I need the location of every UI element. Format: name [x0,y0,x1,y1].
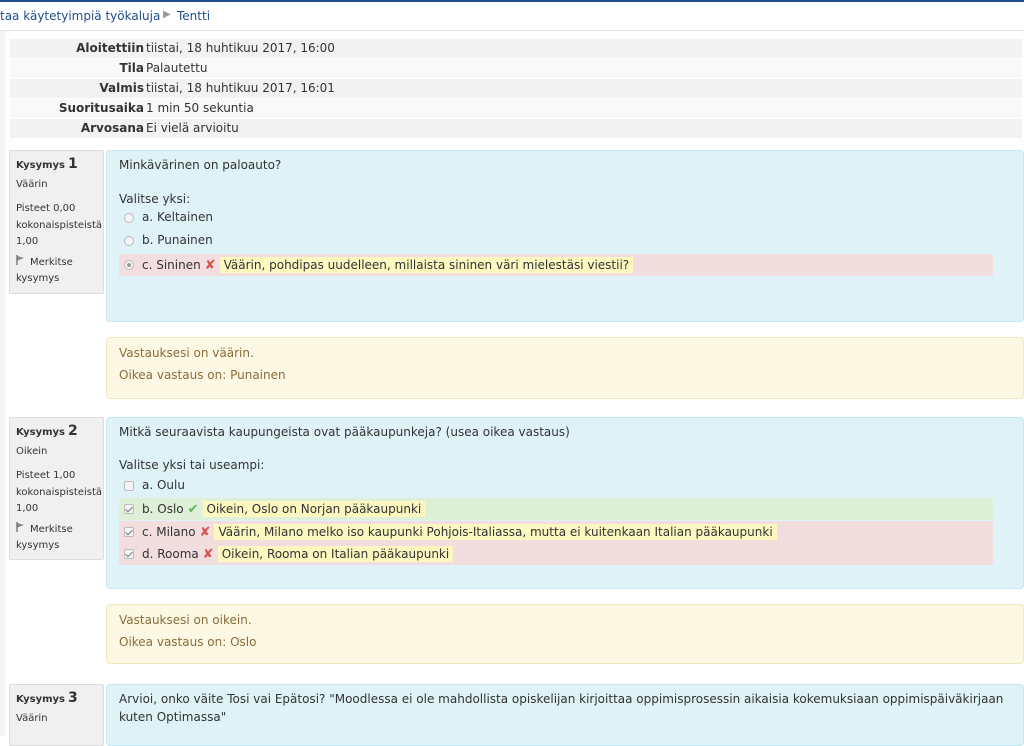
summary-label: Aloitettiin [76,41,144,55]
answer-label: a. Keltainen [142,210,213,224]
incorrect-icon: ✘ [199,525,211,540]
flag-icon [16,522,26,538]
question-3-info: Kysymys 3 Väärin [9,684,104,746]
question-number: Kysymys 2 [16,423,78,439]
flag-icon [16,255,26,271]
question-2-content: Mitkä seuraavista kaupungeista ovat pääk… [106,417,1024,589]
attempt-summary-table: Aloitettiin tiistai, 18 huhtikuu 2017, 1… [10,39,1022,139]
specific-feedback: Väärin, pohdipas uudelleen, millaista si… [219,257,634,273]
answer-option[interactable]: a. Keltainen [119,207,993,229]
question-1-content: Minkävärinen on paloauto? Valitse yksi: … [106,150,1024,322]
incorrect-icon: ✘ [202,547,214,562]
answer-prompt: Valitse yksi tai useampi: [119,458,265,472]
question-state: Väärin [16,713,48,724]
question-grade: Pisteet 0,00 kokonaispisteistä 1,00 [16,203,103,247]
summary-row: Aloitettiin tiistai, 18 huhtikuu 2017, 1… [10,39,1022,59]
radio-button-selected[interactable] [124,260,134,270]
answer-label: b. Punainen [142,233,213,247]
question-2-info: Kysymys 2 Oikein Pisteet 1,00 kokonaispis… [9,417,104,560]
specific-feedback: Oikein, Oslo on Norjan pääkaupunki [202,501,426,517]
question-text: Mitkä seuraavista kaupungeista ovat pääk… [119,425,570,439]
summary-value: 1 min 50 sekuntia [146,101,254,115]
result-text: Vastauksesi on väärin. [119,346,254,360]
answer-option-selected[interactable]: c. Milano ✘ Väärin, Milano melko iso kaupu… [119,521,993,543]
answer-option[interactable]: b. Punainen [119,230,993,252]
answer-option-selected[interactable]: b. Oslo ✔ Oikein, Oslo on Norjan pääkaupun… [119,498,993,520]
breadcrumb-link-tentti[interactable]: Tentti [177,9,210,23]
question-number: Kysymys 3 [16,690,78,706]
specific-feedback: Väärin, Milano melko iso kaupunki Pohjoi… [214,524,777,540]
summary-value: tiistai, 18 huhtikuu 2017, 16:01 [146,81,335,95]
summary-row: Valmis tiistai, 18 huhtikuu 2017, 16:01 [10,79,1022,99]
answer-prompt: Valitse yksi: [119,192,191,206]
right-answer-text: Oikea vastaus on: Oslo [119,635,257,649]
answer-label: b. Oslo [142,502,184,516]
checkbox-checked[interactable] [124,549,134,559]
question-text: Arvioi, onko väite Tosi vai Epätosi? "Mo… [119,692,1004,706]
question-state: Väärin [16,179,48,190]
question-1-info: Kysymys 1 Väärin Pisteet 0,00 kokonaispis… [9,150,104,294]
answer-label: a. Oulu [142,478,185,492]
answer-option-selected[interactable]: c. Sininen ✘ Väärin, pohdipas uudelleen, m… [119,254,993,276]
incorrect-icon: ✘ [204,258,216,273]
answer-option-selected[interactable]: d. Rooma ✘ Oikein, Rooma on Italian pääkau… [119,543,993,565]
summary-label: Valmis [99,81,144,95]
question-3-content: Arvioi, onko väite Tosi vai Epätosi? "Mo… [106,684,1024,746]
summary-label: Suoritusaika [58,101,144,115]
breadcrumb-link-course[interactable]: taa käytetyimpiä työkaluja [0,9,160,23]
question-2-feedback: Vastauksesi on oikein. Oikea vastaus on:… [106,604,1024,664]
checkbox-checked[interactable] [124,527,134,537]
answer-label: c. Milano [142,525,196,539]
correct-icon: ✔ [187,502,199,517]
specific-feedback: Oikein, Rooma on Italian pääkaupunki [217,546,454,562]
checkbox-checked[interactable] [124,504,134,514]
answer-label: d. Rooma [142,547,199,561]
radio-button[interactable] [124,236,134,246]
result-text: Vastauksesi on oikein. [119,613,252,627]
summary-label: Arvosana [80,121,144,135]
question-text-continued: kuten Optimassa" [119,710,227,724]
right-answer-text: Oikea vastaus on: Punainen [119,368,286,382]
answer-label: c. Sininen [142,258,201,272]
answer-option[interactable]: a. Oulu [119,475,993,497]
checkbox[interactable] [124,481,134,491]
breadcrumb: taa käytetyimpiä työkaluja ▶ Tentti [0,2,1024,31]
question-text: Minkävärinen on paloauto? [119,158,282,172]
left-gutter [0,31,5,736]
summary-value: tiistai, 18 huhtikuu 2017, 16:00 [146,41,335,55]
radio-button[interactable] [124,213,134,223]
question-number: Kysymys 1 [16,156,78,172]
summary-row: Tila Palautettu [10,59,1022,79]
summary-label: Tila [119,61,144,75]
question-1-feedback: Vastauksesi on väärin. Oikea vastaus on:… [106,337,1024,399]
flag-question-link[interactable]: Merkitse kysymys [16,255,104,287]
question-state: Oikein [16,446,48,457]
flag-question-link[interactable]: Merkitse kysymys [16,522,104,554]
summary-value: Ei vielä arvioitu [146,121,239,135]
breadcrumb-separator-icon: ▶ [163,9,171,20]
summary-value: Palautettu [146,61,208,75]
summary-row: Suoritusaika 1 min 50 sekuntia [10,99,1022,119]
question-grade: Pisteet 1,00 kokonaispisteistä 1,00 [16,470,103,514]
summary-row: Arvosana Ei vielä arvioitu [10,119,1022,139]
